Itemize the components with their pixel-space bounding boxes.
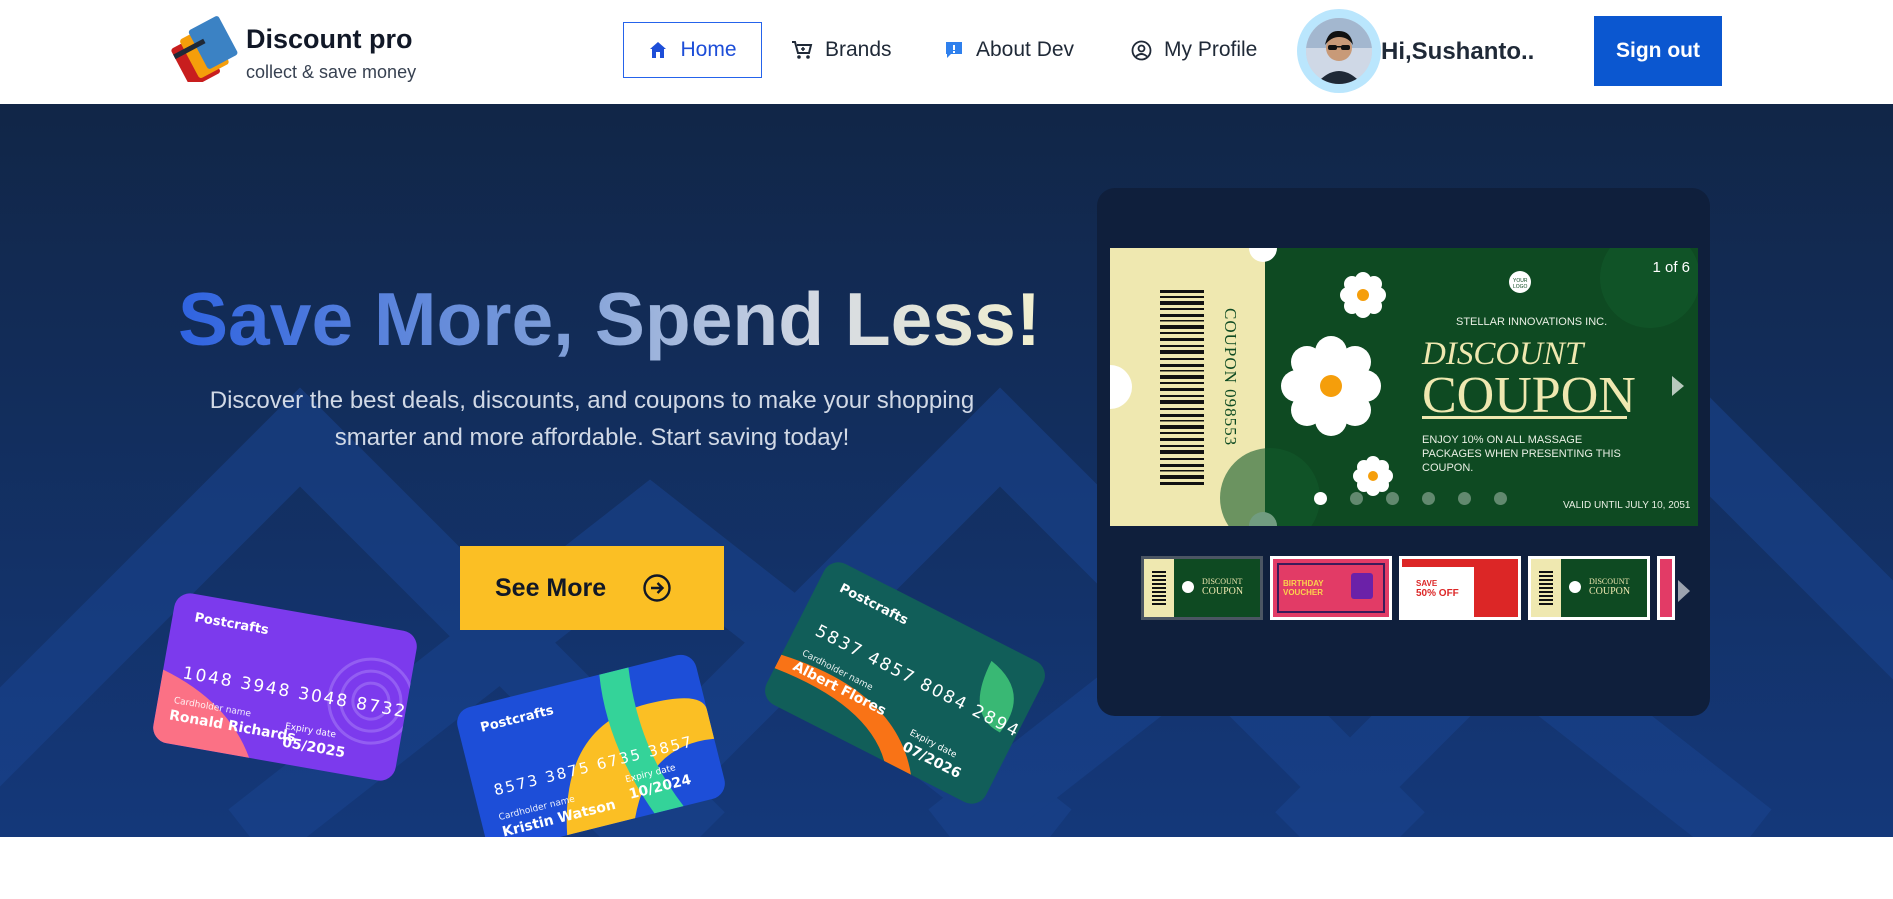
coupon-company: STELLAR INNOVATIONS INC.: [1456, 316, 1608, 328]
nav-about-label: About Dev: [976, 38, 1075, 61]
carousel-dot[interactable]: [1458, 492, 1471, 505]
nav-home-label: Home: [680, 38, 737, 61]
thumbnail-discount-coupon[interactable]: DISCOUNT COUPON: [1141, 556, 1263, 620]
carousel-dot[interactable]: [1386, 492, 1399, 505]
thumb-l2: COUPON: [1202, 586, 1244, 597]
sign-out-button[interactable]: Sign out: [1594, 16, 1722, 86]
carousel-dot[interactable]: [1422, 492, 1435, 505]
nav-home-link[interactable]: Home: [623, 22, 762, 78]
thumbnail-discount-coupon-2[interactable]: DISCOUNT COUPON: [1528, 556, 1650, 620]
see-more-button[interactable]: See More: [460, 546, 724, 630]
nav-profile-label: My Profile: [1164, 38, 1258, 61]
coupon-validity: VALID UNTIL JULY 10, 2051: [1563, 500, 1691, 511]
carousel-slide[interactable]: COUPON 098553 YOUR LOGO STELLAR INNOVATI…: [1110, 248, 1698, 526]
coupon-offer: ENJOY 10% ON ALL MASSAGE PACKAGES WHEN P…: [1422, 434, 1621, 474]
navbar: Discount pro collect & save money Home B…: [0, 0, 1893, 104]
hero-subtitle: Discover the best deals, discounts, and …: [200, 382, 984, 456]
thumbnail-next-arrow-icon[interactable]: [1676, 578, 1692, 604]
user-circle-icon: [1131, 40, 1152, 60]
hero-subtitle-line-2: smarter and more affordable. Start savin…: [334, 424, 850, 451]
thumb-l2: VOUCHER: [1283, 588, 1324, 597]
thumbnail-birthday-voucher[interactable]: BIRTHDAY VOUCHER: [1270, 556, 1392, 620]
user-greeting: Hi,Sushanto..: [1381, 38, 1535, 65]
info-chat-icon: [946, 42, 962, 58]
nav-brands-link[interactable]: Brands: [791, 22, 892, 78]
nav-profile-link[interactable]: My Profile: [1131, 22, 1257, 78]
thumb-l2: COUPON: [1589, 586, 1631, 597]
thumb-l2: 50% OFF: [1416, 588, 1459, 599]
slide-next-arrow-icon[interactable]: [1670, 374, 1686, 398]
brand-tagline: collect & save money: [246, 62, 417, 82]
see-more-label: See More: [495, 573, 607, 602]
thumbnail-partial[interactable]: [1657, 556, 1675, 620]
carousel-dot[interactable]: [1350, 492, 1363, 505]
hero-subtitle-line-1: Discover the best deals, discounts, and …: [209, 387, 975, 414]
page-bottom: [0, 837, 1893, 899]
logo-icon: [171, 16, 238, 82]
coupon-heading-2: COUPON: [1422, 367, 1636, 424]
nav-brands-label: Brands: [825, 38, 892, 61]
brand-name[interactable]: Discount pro: [246, 24, 413, 55]
thumbnail-save-50-off[interactable]: SAVE 50% OFF: [1399, 556, 1521, 620]
hero-title: Save More, Spend Less!: [178, 277, 1041, 361]
home-icon: [650, 42, 667, 58]
user-photo-icon: [1306, 18, 1372, 84]
cart-icon: [792, 41, 813, 59]
avatar[interactable]: [1306, 18, 1372, 84]
nav-about-link[interactable]: About Dev: [944, 22, 1074, 78]
carousel-dot[interactable]: [1494, 492, 1507, 505]
thumb-l1: DISCOUNT: [1589, 577, 1630, 586]
thumb-l1: DISCOUNT: [1202, 577, 1243, 586]
thumb-l1: SAVE: [1416, 579, 1438, 588]
slide-counter: 1 of 6: [1652, 259, 1690, 276]
arrow-right-circle-icon: [643, 574, 671, 602]
carousel-dot[interactable]: [1314, 492, 1327, 505]
coupon-logo: YOUR LOGO: [1513, 278, 1528, 290]
thumb-l1: BIRTHDAY: [1283, 579, 1324, 588]
